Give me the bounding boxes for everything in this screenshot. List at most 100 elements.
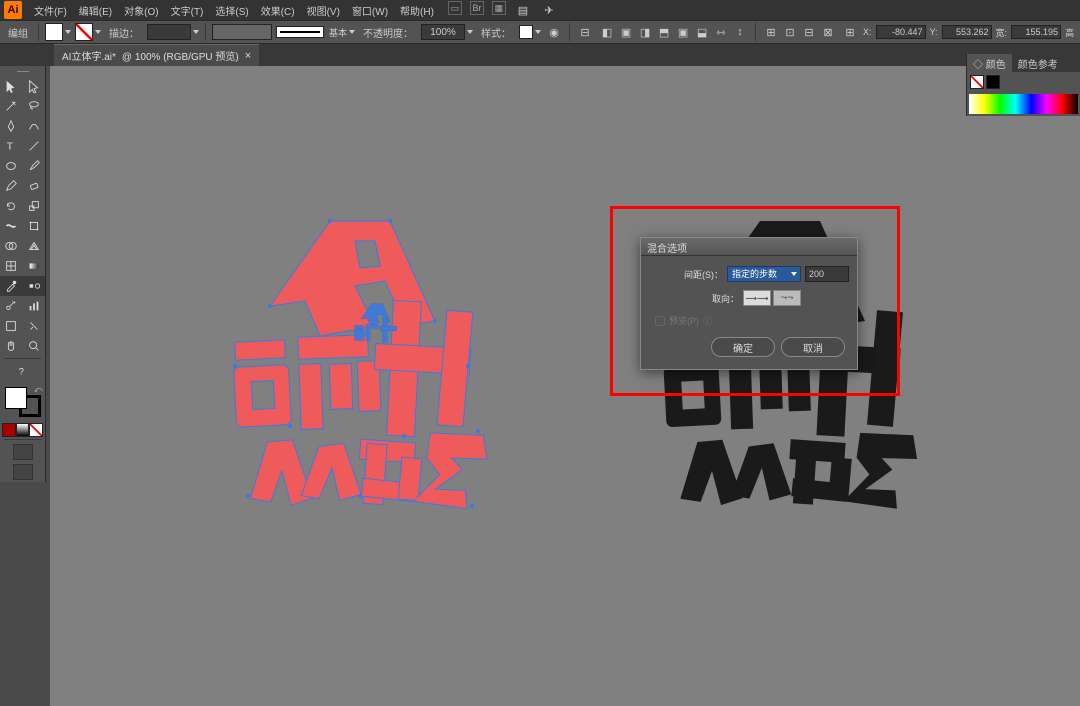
control-bar: 编组 描边： 基本 不透明度： 样式： ◉ ⊟ ◧ ▣ ◨ ⬒ ▣ ⬓ ⇿ ↕ … xyxy=(0,20,1080,44)
menu-select[interactable]: 选择(S) xyxy=(209,3,254,18)
cancel-button[interactable]: 取消 xyxy=(781,337,845,357)
y-input[interactable] xyxy=(942,25,992,39)
stroke-swatch[interactable] xyxy=(75,23,101,41)
preview-checkbox[interactable] xyxy=(655,316,665,326)
menu-effect[interactable]: 效果(C) xyxy=(255,3,301,18)
opacity-input[interactable] xyxy=(421,24,473,40)
layout-icon[interactable]: ▭ xyxy=(448,1,462,15)
artwork-group-selected[interactable] xyxy=(210,206,540,536)
orientation-path-button[interactable]: ⤳⤳ xyxy=(773,290,801,306)
magic-wand-tool[interactable] xyxy=(0,96,23,116)
spacing-mode-select[interactable]: 指定的步数 xyxy=(727,266,801,282)
eraser-tool[interactable] xyxy=(23,176,46,196)
stroke-weight-input[interactable] xyxy=(147,24,199,40)
fill-stroke-indicator[interactable]: ⤺ xyxy=(3,385,43,419)
ok-button[interactable]: 确定 xyxy=(711,337,775,357)
menu-view[interactable]: 视图(V) xyxy=(301,3,346,18)
transform-icon-2[interactable]: ⊡ xyxy=(781,23,799,41)
mesh-tool[interactable] xyxy=(0,256,23,276)
ellipse-tool[interactable] xyxy=(0,156,23,176)
preview-checkbox-row[interactable]: 预览(P) ⓘ xyxy=(655,314,849,327)
toggle-fill-stroke[interactable]: ? xyxy=(0,361,45,381)
align-hcenter-icon[interactable]: ▣ xyxy=(617,23,635,41)
hand-tool[interactable] xyxy=(0,336,23,356)
gpu-icon[interactable]: ✈ xyxy=(540,1,558,19)
arrange-icon[interactable]: ▤ xyxy=(514,1,532,19)
free-transform-tool[interactable] xyxy=(23,216,46,236)
type-tool[interactable]: T xyxy=(0,136,23,156)
toolbox-grip[interactable] xyxy=(0,68,45,74)
transform-icon-1[interactable]: ⊞ xyxy=(762,23,780,41)
artboard-tool[interactable] xyxy=(0,316,23,336)
menu-help[interactable]: 帮助(H) xyxy=(394,3,440,18)
ref-point-icon[interactable]: ⊞ xyxy=(841,23,859,41)
none-mode-icon[interactable] xyxy=(29,423,43,437)
rotate-tool[interactable] xyxy=(0,196,23,216)
menu-edit[interactable]: 编辑(E) xyxy=(73,3,118,18)
brush-tool[interactable] xyxy=(23,156,46,176)
align-stroke-icon[interactable]: ⊟ xyxy=(576,23,594,41)
color-tab[interactable]: ◇ 颜色 xyxy=(967,54,1012,72)
gradient-tool[interactable] xyxy=(23,256,46,276)
direct-selection-tool[interactable] xyxy=(23,76,46,96)
transform-icon-4[interactable]: ⊠ xyxy=(819,23,837,41)
fill-swatch[interactable] xyxy=(45,23,71,41)
align-right-icon[interactable]: ◨ xyxy=(636,23,654,41)
canvas[interactable]: 混合选项 间距(S)： 指定的步数 取向： ⟿⟿ ⤳⤳ 预览(P) ⓘ xyxy=(50,66,1080,706)
gradient-mode-icon[interactable] xyxy=(16,423,30,437)
draw-mode-icon[interactable] xyxy=(13,444,33,460)
curvature-tool[interactable] xyxy=(23,116,46,136)
color-spectrum[interactable] xyxy=(969,94,1078,114)
recolor-icon[interactable]: ◉ xyxy=(545,23,563,41)
orientation-page-button[interactable]: ⟿⟿ xyxy=(743,290,771,306)
bridge-icon[interactable]: Br xyxy=(470,1,484,15)
stock-icon[interactable]: ▦ xyxy=(492,1,506,15)
color-mode-icon[interactable] xyxy=(2,423,16,437)
shape-builder-tool[interactable] xyxy=(0,236,23,256)
lasso-tool[interactable] xyxy=(23,96,46,116)
stroke-style-dd[interactable]: 基本 xyxy=(276,26,355,39)
x-input[interactable] xyxy=(876,25,926,39)
color-guide-tab[interactable]: 颜色参考 xyxy=(1012,54,1064,72)
graph-tool[interactable] xyxy=(23,296,46,316)
opacity-label: 不透明度： xyxy=(363,25,413,40)
menu-window[interactable]: 窗口(W) xyxy=(346,3,394,18)
transform-icon-3[interactable]: ⊟ xyxy=(800,23,818,41)
panel-stroke-swatch[interactable] xyxy=(986,75,1000,89)
menu-object[interactable]: 对象(O) xyxy=(118,3,164,18)
dialog-title[interactable]: 混合选项 xyxy=(641,238,857,256)
align-vcenter-icon[interactable]: ▣ xyxy=(674,23,692,41)
panel-fill-swatch[interactable] xyxy=(970,75,984,89)
menu-file[interactable]: 文件(F) xyxy=(28,3,73,18)
brush-def-input[interactable] xyxy=(212,24,272,40)
align-top-icon[interactable]: ⬒ xyxy=(655,23,673,41)
menu-type[interactable]: 文字(T) xyxy=(165,3,210,18)
selection-tool[interactable] xyxy=(0,76,23,96)
eyedropper-tool[interactable] xyxy=(0,276,23,296)
pen-tool[interactable] xyxy=(0,116,23,136)
perspective-tool[interactable] xyxy=(23,236,46,256)
fill-color-box[interactable] xyxy=(5,387,27,409)
style-swatch[interactable] xyxy=(519,25,541,39)
color-panel: ◇ 颜色 颜色参考 xyxy=(966,54,1080,116)
w-input[interactable] xyxy=(1011,25,1061,39)
document-tab-bar: AI立体字.ai* @ 100% (RGB/GPU 预览) × xyxy=(0,44,1080,66)
close-tab-icon[interactable]: × xyxy=(245,50,251,62)
document-tab[interactable]: AI立体字.ai* @ 100% (RGB/GPU 预览) × xyxy=(54,44,259,66)
distribute-v-icon[interactable]: ↕ xyxy=(731,23,749,41)
pencil-tool[interactable] xyxy=(0,176,23,196)
swap-fill-stroke-icon[interactable]: ⤺ xyxy=(34,385,43,395)
align-left-icon[interactable]: ◧ xyxy=(598,23,616,41)
line-tool[interactable] xyxy=(23,136,46,156)
distribute-h-icon[interactable]: ⇿ xyxy=(712,23,730,41)
align-bottom-icon[interactable]: ⬓ xyxy=(693,23,711,41)
symbol-sprayer-tool[interactable] xyxy=(0,296,23,316)
slice-tool[interactable] xyxy=(23,316,46,336)
spacing-value-input[interactable] xyxy=(805,266,849,282)
blend-tool[interactable] xyxy=(23,276,46,296)
zoom-tool[interactable] xyxy=(23,336,46,356)
screen-mode-icon[interactable] xyxy=(13,464,33,480)
orientation-label: 取向： xyxy=(691,292,739,305)
scale-tool[interactable] xyxy=(23,196,46,216)
width-tool[interactable] xyxy=(0,216,23,236)
